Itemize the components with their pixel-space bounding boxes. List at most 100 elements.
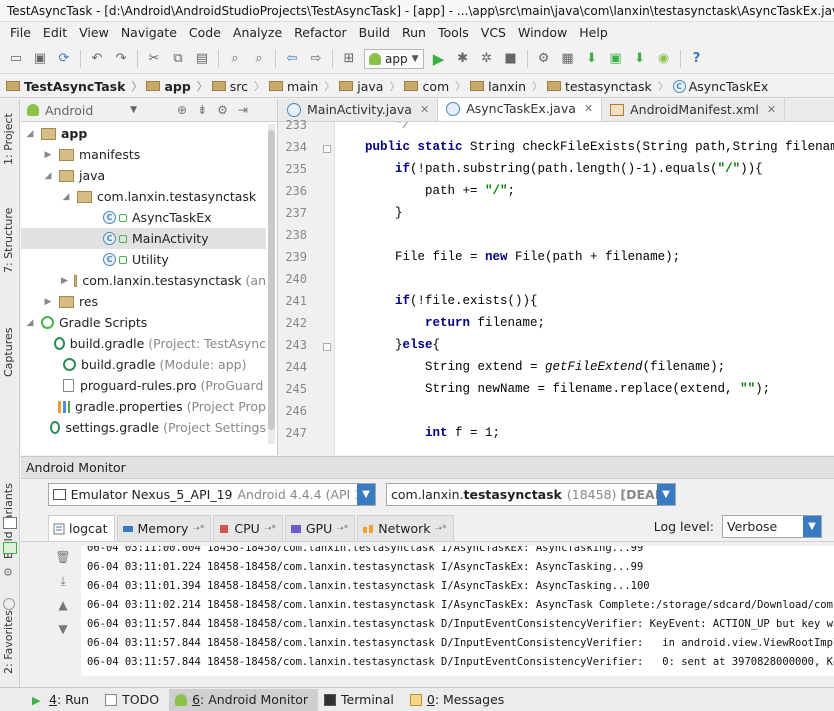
tab-async-task-ex[interactable]: AsyncTaskEx.java ✕ bbox=[438, 98, 603, 121]
breadcrumb-item[interactable]: lanxin 〉 bbox=[470, 78, 543, 94]
tree-item-gradle-file[interactable]: build.gradle (Project: TestAsync bbox=[21, 333, 266, 354]
clear-logcat-icon[interactable]: 🗑 bbox=[55, 550, 71, 566]
pin-icon[interactable]: ➝* bbox=[192, 524, 204, 534]
menu-vcs[interactable]: VCS bbox=[475, 25, 512, 40]
find-icon[interactable]: ⌕ bbox=[225, 49, 245, 69]
sync-gradle-icon[interactable]: ⬇ bbox=[582, 49, 602, 69]
tree-item-gradle-file[interactable]: build.gradle (Module: app) bbox=[21, 354, 266, 375]
hide-panel-icon[interactable]: ⇥ bbox=[238, 103, 248, 117]
menu-edit[interactable]: Edit bbox=[37, 25, 73, 40]
breadcrumb-item[interactable]: app 〉 bbox=[146, 78, 208, 94]
expanded-arrow-icon[interactable]: ◢ bbox=[25, 129, 35, 139]
tree-item-settings-gradle[interactable]: settings.gradle (Project Settings bbox=[21, 417, 266, 438]
run-icon[interactable]: ▶ bbox=[429, 49, 449, 69]
tab-messages[interactable]: 0: Messages bbox=[404, 689, 514, 711]
attach-debugger-icon[interactable]: ✲ bbox=[477, 49, 497, 69]
fold-marker-icon[interactable] bbox=[323, 343, 331, 351]
project-tool-tab[interactable]: 1: Project bbox=[2, 113, 15, 165]
tree-item-res[interactable]: ▶ res bbox=[21, 291, 266, 312]
screen-record-icon[interactable] bbox=[3, 542, 17, 554]
make-project-icon[interactable]: ⊞ bbox=[339, 49, 359, 69]
tab-logcat[interactable]: logcat bbox=[48, 515, 115, 541]
cut-icon[interactable]: ✂ bbox=[144, 49, 164, 69]
tree-item-manifests[interactable]: ▶ manifests bbox=[21, 144, 266, 165]
fold-marker-icon[interactable] bbox=[323, 145, 331, 153]
run-config-select[interactable]: app ▼ bbox=[364, 48, 424, 69]
tree-item-package[interactable]: ◢ com.lanxin.testasynctask bbox=[21, 186, 266, 207]
android-device-monitor-icon[interactable]: ◉ bbox=[654, 49, 674, 69]
tab-todo[interactable]: TODO bbox=[99, 689, 169, 711]
down-arrow-icon[interactable]: ▼ bbox=[55, 622, 71, 638]
tree-item-class-selected[interactable]: C MainActivity bbox=[21, 228, 266, 249]
tree-item-gradle-scripts[interactable]: ◢ Gradle Scripts bbox=[21, 312, 266, 333]
breadcrumb-item[interactable]: main 〉 bbox=[269, 78, 335, 94]
sdk-manager-icon[interactable]: ▦ bbox=[558, 49, 578, 69]
captures-tool-tab[interactable]: Captures bbox=[2, 328, 15, 377]
menu-refactor[interactable]: Refactor bbox=[288, 25, 352, 40]
menu-analyze[interactable]: Analyze bbox=[227, 25, 288, 40]
breadcrumb-item[interactable]: C AsyncTaskEx bbox=[672, 79, 768, 94]
expanded-arrow-icon[interactable]: ◢ bbox=[43, 171, 53, 181]
camera-icon[interactable] bbox=[3, 517, 17, 529]
tab-android-manifest[interactable]: AndroidManifest.xml ✕ bbox=[602, 98, 786, 121]
save-all-icon[interactable]: ▣ bbox=[30, 49, 50, 69]
device-select[interactable]: Emulator Nexus_5_API_19 Android 4.4.4 (A… bbox=[48, 482, 376, 506]
scrollbar-thumb[interactable] bbox=[268, 130, 275, 430]
menu-file[interactable]: File bbox=[4, 25, 37, 40]
help-icon[interactable]: ? bbox=[687, 49, 707, 69]
tab-android-monitor[interactable]: 6: Android Monitor bbox=[169, 688, 319, 711]
up-arrow-icon[interactable]: ▲ bbox=[55, 598, 71, 614]
pin-icon[interactable]: ➝* bbox=[264, 524, 276, 534]
sync-icon[interactable]: ⟳ bbox=[54, 49, 74, 69]
tab-terminal[interactable]: Terminal bbox=[318, 689, 404, 711]
menu-view[interactable]: View bbox=[73, 25, 115, 40]
breadcrumb-item[interactable]: testasynctask 〉 bbox=[547, 78, 669, 94]
close-icon[interactable]: ✕ bbox=[584, 102, 593, 115]
system-info-icon[interactable]: ⚙ bbox=[3, 566, 17, 579]
logcat-output[interactable]: 06-04 03:11:00.604 18458-18458/com.lanxi… bbox=[81, 546, 834, 676]
process-select[interactable]: com.lanxin. testasynctask (18458) [DEAD] … bbox=[386, 482, 676, 506]
open-folder-icon[interactable]: ▭ bbox=[6, 49, 26, 69]
debug-icon[interactable]: ✱ bbox=[453, 49, 473, 69]
copy-icon[interactable]: ⧉ bbox=[168, 49, 188, 69]
tab-gpu[interactable]: GPU ➝* bbox=[284, 515, 356, 541]
expanded-arrow-icon[interactable]: ◢ bbox=[25, 318, 35, 328]
expanded-arrow-icon[interactable]: ◢ bbox=[61, 192, 71, 202]
menu-navigate[interactable]: Navigate bbox=[115, 25, 183, 40]
breadcrumb-item[interactable]: src 〉 bbox=[211, 78, 265, 94]
breadcrumb-item[interactable]: TestAsyncTask 〉 bbox=[6, 78, 142, 94]
favorites-tool-tab[interactable]: 2: Favorites bbox=[2, 610, 15, 674]
tab-run[interactable]: ▶ 4: Run bbox=[26, 689, 99, 711]
menu-code[interactable]: Code bbox=[183, 25, 227, 40]
tree-item-java[interactable]: ◢ java bbox=[21, 165, 266, 186]
tab-cpu[interactable]: CPU ➝* bbox=[213, 515, 283, 541]
code-text-area[interactable]: */ public static String checkFileExists(S… bbox=[335, 122, 834, 455]
structure-tool-tab[interactable]: 7: Structure bbox=[2, 208, 15, 273]
terminate-app-icon[interactable] bbox=[3, 598, 15, 610]
tab-memory[interactable]: Memory ➝* bbox=[116, 515, 212, 541]
menu-build[interactable]: Build bbox=[353, 25, 396, 40]
menu-tools[interactable]: Tools bbox=[432, 25, 475, 40]
collapse-all-icon[interactable]: ⇟ bbox=[197, 103, 207, 117]
collapsed-arrow-icon[interactable]: ▶ bbox=[61, 276, 68, 286]
tree-item-class[interactable]: C AsyncTaskEx bbox=[21, 207, 266, 228]
stop-icon[interactable]: ■ bbox=[501, 49, 521, 69]
horizontal-scrollbar[interactable] bbox=[81, 676, 834, 686]
replace-icon[interactable]: ⌕ bbox=[249, 49, 269, 69]
pin-icon[interactable]: ➝* bbox=[336, 524, 348, 534]
redo-icon[interactable]: ↷ bbox=[111, 49, 131, 69]
close-icon[interactable]: ✕ bbox=[767, 103, 776, 116]
paste-icon[interactable]: ▤ bbox=[192, 49, 212, 69]
tab-network[interactable]: Network ➝* bbox=[357, 515, 454, 541]
scroll-from-source-icon[interactable]: ⊕ bbox=[177, 103, 187, 117]
forward-icon[interactable]: ⇨ bbox=[306, 49, 326, 69]
menu-window[interactable]: Window bbox=[512, 25, 573, 40]
menu-help[interactable]: Help bbox=[573, 25, 614, 40]
breadcrumb-item[interactable]: java 〉 bbox=[339, 78, 400, 94]
collapsed-arrow-icon[interactable]: ▶ bbox=[43, 297, 53, 307]
tree-item-class[interactable]: C Utility bbox=[21, 249, 266, 270]
tree-item-proguard[interactable]: proguard-rules.pro (ProGuard bbox=[21, 375, 266, 396]
sdk-download-icon[interactable]: ⬇ bbox=[630, 49, 650, 69]
log-level-select[interactable]: Verbose ▼ bbox=[722, 515, 822, 538]
breadcrumb-item[interactable]: com 〉 bbox=[404, 78, 466, 94]
